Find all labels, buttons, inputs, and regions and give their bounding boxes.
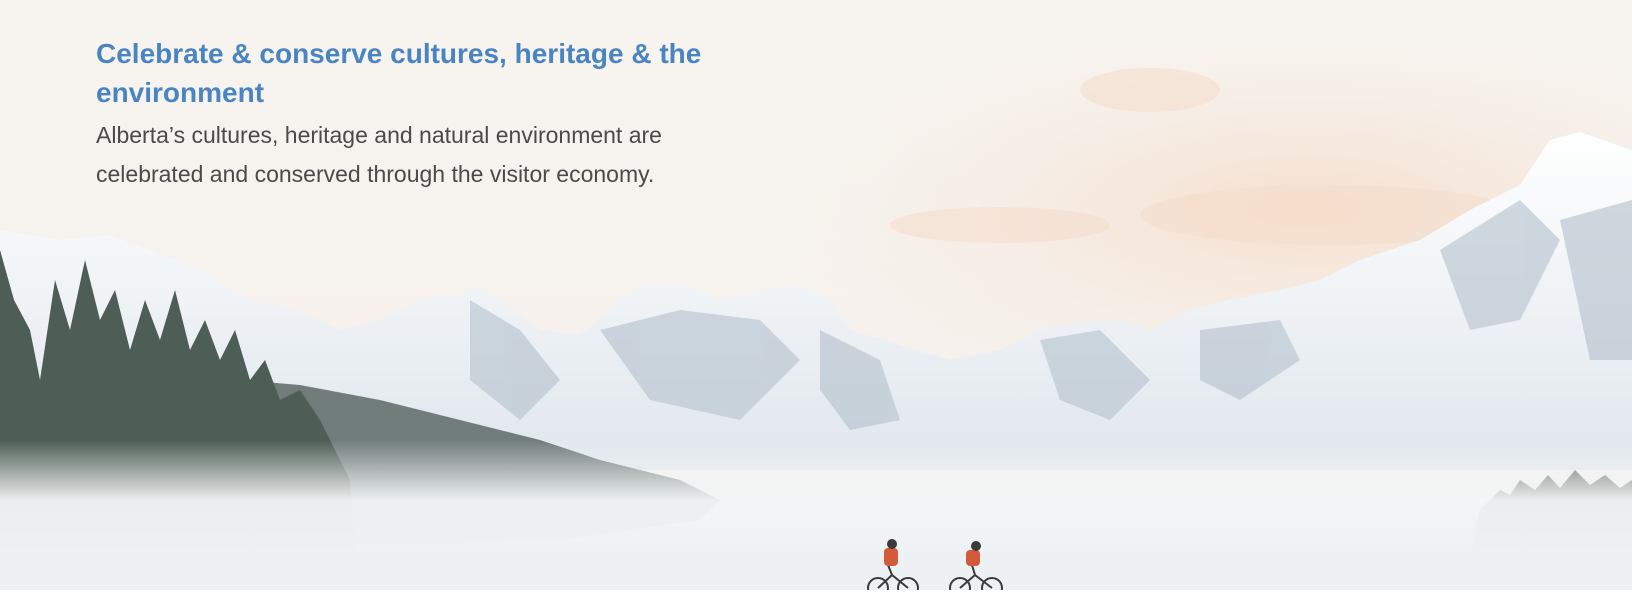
section-body: Alberta’s cultures, heritage and natural… [96, 122, 662, 187]
section-heading: Celebrate & conserve cultures, heritage … [96, 38, 702, 108]
text-section: Celebrate & conserve cultures, heritage … [96, 34, 756, 194]
bottom-strip [0, 590, 1632, 597]
